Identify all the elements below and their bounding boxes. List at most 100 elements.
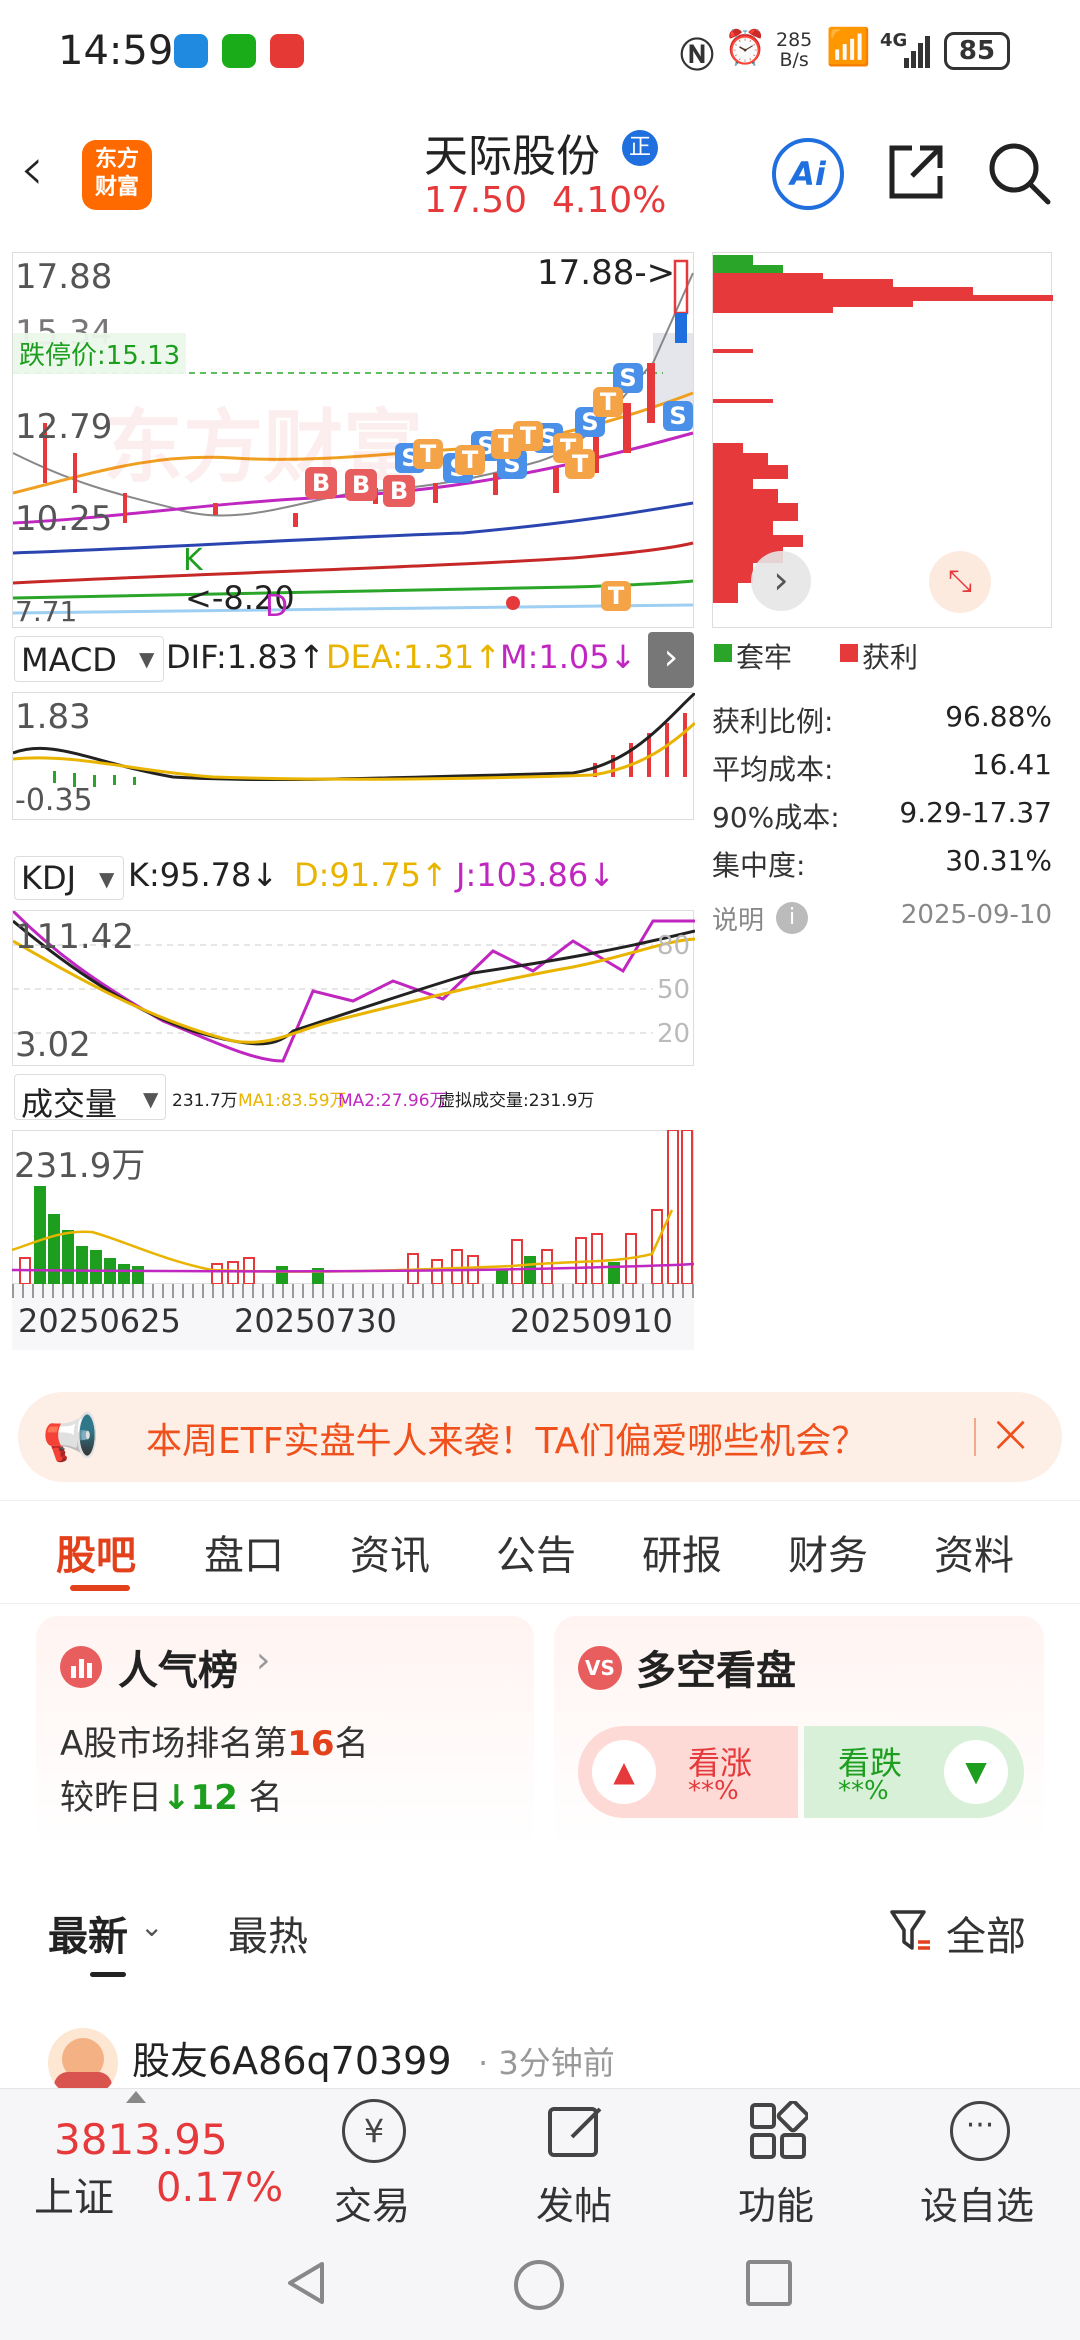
post-username[interactable]: 股友6A86q70399	[132, 2030, 452, 2085]
date-label: 20250730	[234, 1302, 397, 1340]
t-marker[interactable]: T	[565, 449, 595, 479]
volume-value: 231.7万	[172, 1091, 238, 1111]
volume-ma1: MA1:83.59万	[238, 1091, 347, 1111]
buy-marker[interactable]: B	[383, 475, 415, 507]
tab-pankou[interactable]: 盘口	[204, 1523, 284, 1581]
macd-indicator-select[interactable]: MACD ▼	[14, 636, 164, 682]
legend-swatch	[714, 644, 732, 662]
share-icon[interactable]	[884, 140, 948, 204]
kdj-level-20: 20	[657, 1019, 691, 1049]
dropdown-icon: ▼	[143, 1087, 159, 1111]
t-marker[interactable]: T	[455, 445, 485, 475]
add-watchlist-label[interactable]: 设自选	[920, 2175, 1034, 2230]
stock-header: ‹ 东方 财富 天际股份 正 17.50 4.10% Ai	[0, 110, 1080, 240]
chart-icon	[60, 1646, 102, 1688]
bottom-bar: 3813.95 上证 0.17% ¥ 交易 发帖 功能 ··· 设自选	[0, 2088, 1080, 2228]
date-label: 20250625	[18, 1302, 181, 1340]
nfc-icon: Ⓝ	[680, 36, 714, 76]
index-value[interactable]: 3813.95	[54, 2115, 228, 2164]
legend-swatch	[840, 644, 858, 662]
volume-indicator-select[interactable]: 成交量 ▼	[14, 1074, 166, 1123]
t-marker[interactable]: T	[513, 421, 543, 451]
volume-y-top: 231.9万	[14, 1146, 146, 1186]
battery-icon: 85	[944, 32, 1010, 70]
trade-label[interactable]: 交易	[334, 2175, 410, 2230]
index-name[interactable]: 上证	[34, 2165, 114, 2223]
stock-name[interactable]: 天际股份	[424, 120, 600, 184]
kdj-k: K:95.78↓	[128, 856, 279, 894]
t-marker[interactable]: T	[601, 581, 631, 611]
t-marker[interactable]: T	[413, 439, 443, 469]
triangle-down-icon: ▼	[944, 1740, 1008, 1804]
kdj-j: J:103.86↓	[456, 856, 615, 894]
stat-value: 30.31%	[945, 844, 1052, 877]
ai-assistant-button[interactable]: Ai	[772, 138, 844, 210]
more-icon[interactable]: ···	[950, 2101, 1010, 2161]
expand-icon[interactable]: ⤡	[929, 551, 991, 613]
kline-high-label: 17.88	[15, 257, 113, 297]
vs-icon: VS	[578, 1646, 622, 1690]
stat-label: 平均成本:	[712, 753, 834, 786]
t-marker[interactable]: T	[593, 387, 623, 417]
net-speed: 285 B/s	[776, 29, 813, 71]
volume-chart[interactable]: 231.9万 20250625 20250730 20250910	[12, 1130, 694, 1350]
vote-down-pct: **%	[838, 1776, 889, 1806]
k-marker: K	[183, 543, 203, 578]
tab-finance[interactable]: 财务	[788, 1523, 868, 1581]
wifi-icon: 📶	[826, 27, 871, 68]
kdj-y-bottom: 3.02	[15, 1025, 91, 1065]
volume-label: 成交量	[21, 1085, 118, 1123]
post-label[interactable]: 发帖	[536, 2175, 612, 2230]
sentiment-card: VS 多空看盘 ▲ 看涨 **% 看跌 **% ▼	[554, 1616, 1044, 1848]
filter-all[interactable]: 全部	[946, 1904, 1026, 1962]
popularity-card[interactable]: 人气榜 › A股市场排名第16名 较昨日↓12 名	[36, 1616, 534, 1848]
tab-guba[interactable]: 股吧	[56, 1523, 136, 1581]
home-nav-icon[interactable]	[514, 2260, 564, 2310]
trade-icon[interactable]: ¥	[342, 2099, 406, 2163]
chip-distribution-chart[interactable]: › ⤡	[712, 252, 1053, 628]
search-icon[interactable]	[986, 140, 1052, 206]
tab-research[interactable]: 研报	[642, 1523, 722, 1581]
kdj-chart[interactable]: 111.42 3.02 80 50 20	[11, 909, 696, 1066]
tab-announcements[interactable]: 公告	[496, 1523, 576, 1581]
chevron-right-icon[interactable]: ›	[751, 551, 811, 611]
recents-nav-icon[interactable]	[746, 2260, 792, 2306]
functions-icon[interactable]	[748, 2099, 810, 2161]
divider	[974, 1418, 976, 1456]
macd-label: MACD	[21, 641, 117, 679]
close-icon[interactable]: ×	[988, 1402, 1033, 1465]
next-indicator-button[interactable]: ›	[648, 632, 694, 688]
promo-banner[interactable]: 📢 本周ETF实盘牛人来袭！TA们偏爱哪些机会？ ×	[18, 1392, 1062, 1482]
virtual-volume: 虚拟成交量:231.9万	[438, 1091, 595, 1111]
stat-value: 16.41	[971, 748, 1052, 781]
sort-hot[interactable]: 最热	[228, 1904, 308, 1962]
note-link[interactable]: 说明	[712, 900, 764, 937]
tab-profile[interactable]: 资料	[934, 1523, 1014, 1581]
kdj-indicator-select[interactable]: KDJ ▼	[14, 856, 124, 900]
stat-label: 90%成本:	[712, 801, 840, 834]
chevron-down-icon[interactable]: ⌄	[140, 1910, 163, 1943]
tab-news[interactable]: 资讯	[350, 1523, 430, 1581]
post-icon[interactable]	[546, 2101, 606, 2161]
sell-marker[interactable]: S	[663, 401, 693, 431]
chip-date: 2025-09-10	[900, 900, 1052, 930]
signal-icon	[904, 34, 930, 68]
sentiment-title: 多空看盘	[636, 1648, 796, 1694]
vote-up-button[interactable]: ▲ 看涨 **%	[578, 1726, 798, 1818]
filter-icon[interactable]	[888, 1906, 934, 1954]
index-change[interactable]: 0.17%	[156, 2165, 283, 2211]
megaphone-icon: 📢	[42, 1410, 100, 1464]
buy-marker[interactable]: B	[305, 467, 337, 499]
back-icon[interactable]: ‹	[20, 134, 44, 204]
info-icon[interactable]: i	[776, 902, 808, 934]
sort-latest[interactable]: 最新	[48, 1904, 128, 1962]
macd-chart[interactable]: 1.83 -0.35	[12, 691, 697, 820]
functions-label[interactable]: 功能	[738, 2175, 814, 2230]
kline-chart[interactable]: 东方财富 17.88 17.88-> 15.34 跌停价:15.13 12.79…	[12, 252, 694, 628]
app-notification-icon	[174, 34, 208, 68]
stat-value: 96.88%	[945, 700, 1052, 733]
buy-marker[interactable]: B	[345, 469, 377, 501]
back-nav-icon[interactable]	[282, 2258, 332, 2308]
wechat-icon	[222, 34, 256, 68]
vote-down-button[interactable]: 看跌 **% ▼	[804, 1726, 1024, 1818]
